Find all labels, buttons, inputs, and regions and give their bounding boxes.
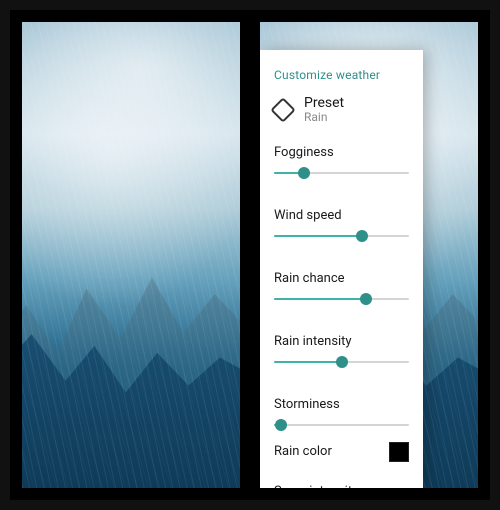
slider-fill bbox=[274, 361, 342, 363]
rain-chance-slider[interactable] bbox=[274, 292, 409, 306]
storminess-slider[interactable] bbox=[274, 418, 409, 432]
snow-intensity-control: Snow intensity bbox=[274, 484, 409, 488]
wind-speed-label: Wind speed bbox=[274, 208, 409, 223]
fogginess-label: Fogginess bbox=[274, 145, 409, 160]
wallpaper-preview-left bbox=[22, 22, 240, 488]
preset-label: Preset bbox=[304, 96, 344, 111]
slider-fill bbox=[274, 235, 362, 237]
slider-thumb[interactable] bbox=[336, 356, 348, 368]
rain-overlay bbox=[22, 22, 240, 488]
rain-chance-label: Rain chance bbox=[274, 271, 409, 286]
rain-intensity-label: Rain intensity bbox=[274, 334, 409, 349]
preset-text: Preset Rain bbox=[304, 96, 344, 125]
panel-title: Customize weather bbox=[274, 68, 409, 82]
fogginess-slider[interactable] bbox=[274, 166, 409, 180]
sliders-group: Fogginess Wind speed Rain chance Rain inten… bbox=[274, 145, 409, 432]
preset-icon bbox=[270, 98, 295, 123]
rain-color-label: Rain color bbox=[274, 444, 332, 459]
rain-color-swatch[interactable] bbox=[389, 442, 409, 462]
stage: Customize weather Preset Rain Fogginess W… bbox=[10, 10, 490, 500]
wallpaper-preview-right: Customize weather Preset Rain Fogginess W… bbox=[260, 22, 478, 488]
slider-track bbox=[274, 424, 409, 426]
preset-row[interactable]: Preset Rain bbox=[274, 96, 409, 125]
slider-thumb[interactable] bbox=[356, 230, 368, 242]
wind-speed-control: Wind speed bbox=[274, 208, 409, 243]
sliders-group: Snow intensity bbox=[274, 484, 409, 488]
snow-intensity-label: Snow intensity bbox=[274, 484, 409, 488]
settings-panel: Customize weather Preset Rain Fogginess W… bbox=[260, 50, 423, 488]
rain-color-row[interactable]: Rain color bbox=[274, 442, 409, 462]
storminess-label: Storminess bbox=[274, 397, 409, 412]
preset-value: Rain bbox=[304, 111, 344, 124]
rain-chance-control: Rain chance bbox=[274, 271, 409, 306]
slider-thumb[interactable] bbox=[298, 167, 310, 179]
slider-thumb[interactable] bbox=[360, 293, 372, 305]
rain-intensity-control: Rain intensity bbox=[274, 334, 409, 369]
rain-intensity-slider[interactable] bbox=[274, 355, 409, 369]
slider-fill bbox=[274, 298, 366, 300]
slider-thumb[interactable] bbox=[275, 419, 287, 431]
storminess-control: Storminess bbox=[274, 397, 409, 432]
fogginess-control: Fogginess bbox=[274, 145, 409, 180]
wind-speed-slider[interactable] bbox=[274, 229, 409, 243]
